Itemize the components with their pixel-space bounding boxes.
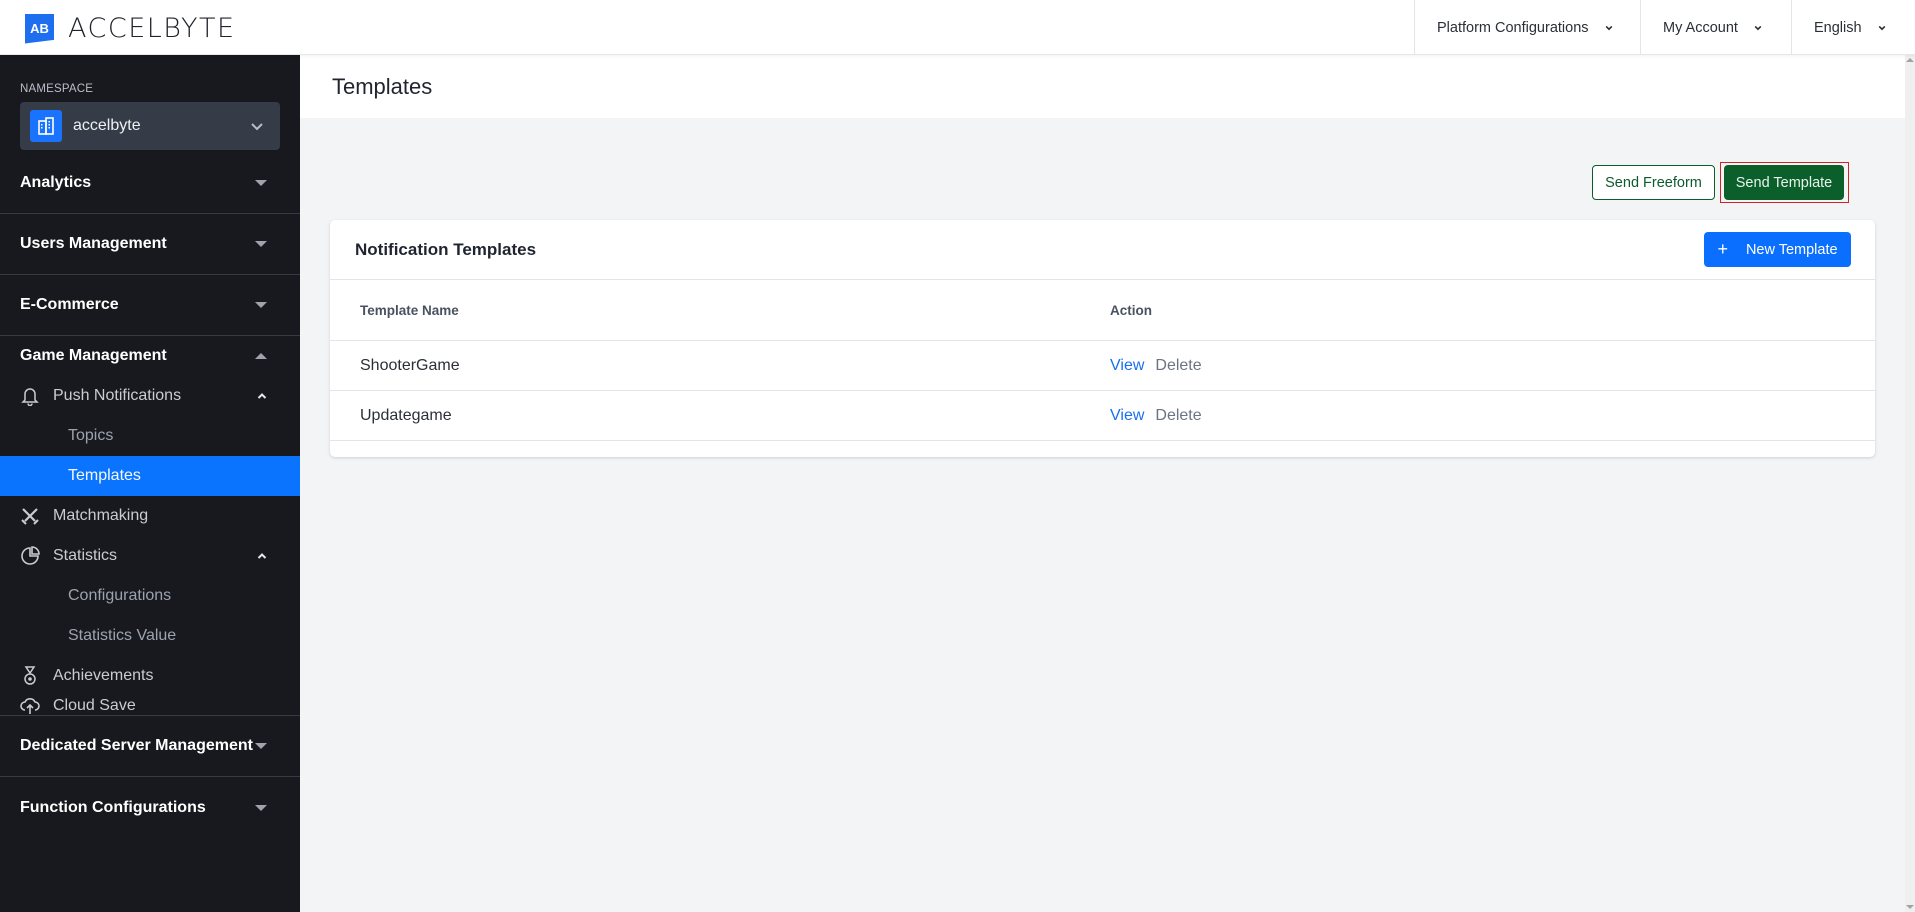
new-template-button[interactable]: + New Template xyxy=(1704,232,1851,267)
row-actions: View Delete xyxy=(1110,357,1202,375)
table-header: Template Name Action xyxy=(330,280,1875,341)
chevron-down-icon xyxy=(1878,25,1885,30)
sidebar-item-label: Matchmaking xyxy=(53,507,149,524)
cloud-upload-icon xyxy=(20,696,40,716)
medal-icon xyxy=(20,666,40,686)
chevron-down-icon xyxy=(1605,25,1612,30)
section-label: Game Management xyxy=(20,347,167,364)
notification-templates-card: Notification Templates + New Template Te… xyxy=(330,220,1875,457)
vertical-scrollbar[interactable] xyxy=(1905,55,1915,912)
sidebar-item-cloud-save[interactable]: Cloud Save xyxy=(0,696,300,716)
language-label: English xyxy=(1814,19,1862,36)
plus-icon: + xyxy=(1717,239,1728,259)
caret-up-icon xyxy=(255,353,267,359)
view-link[interactable]: View xyxy=(1110,357,1144,374)
caret-down-icon xyxy=(255,743,267,749)
scroll-down-arrow-icon[interactable] xyxy=(1906,905,1914,909)
section-label: Users Management xyxy=(20,235,167,252)
sidebar-item-label: Cloud Save xyxy=(53,697,136,714)
sidebar-section-users-management[interactable]: Users Management xyxy=(0,214,300,275)
namespace-label: NAMESPACE xyxy=(20,83,94,95)
sidebar-section-ecommerce[interactable]: E-Commerce xyxy=(0,275,300,336)
chevron-down-icon xyxy=(1754,25,1762,30)
delete-link[interactable]: Delete xyxy=(1155,357,1201,374)
caret-down-icon xyxy=(255,302,267,308)
sidebar-item-label: Statistics xyxy=(53,547,118,564)
language-menu[interactable]: English xyxy=(1791,0,1915,55)
bell-icon xyxy=(20,386,40,406)
logo-mark-icon: AB xyxy=(25,13,54,44)
caret-down-icon xyxy=(255,180,267,186)
page-title: Templates xyxy=(332,74,433,99)
caret-down-icon xyxy=(255,241,267,247)
caret-down-icon xyxy=(255,804,267,811)
section-label: E-Commerce xyxy=(20,296,119,313)
send-template-highlight: Send Template xyxy=(1720,162,1849,203)
building-icon xyxy=(30,110,62,142)
chevron-up-icon xyxy=(257,393,267,399)
sidebar-item-statistics[interactable]: Statistics xyxy=(0,536,300,576)
accelbyte-logo[interactable]: AB ACCELBYTE xyxy=(25,13,236,44)
chevron-down-icon xyxy=(251,123,263,131)
platform-configurations-menu[interactable]: Platform Configurations xyxy=(1414,0,1640,55)
top-nav: Platform Configurations My Account Engli… xyxy=(1414,0,1915,55)
new-template-label: New Template xyxy=(1745,241,1838,258)
send-template-button[interactable]: Send Template xyxy=(1724,165,1844,200)
chevron-up-icon xyxy=(257,553,267,559)
platform-configurations-label: Platform Configurations xyxy=(1437,19,1589,36)
column-header-template-name: Template Name xyxy=(360,302,459,318)
game-management-items: Push Notifications Topics Templates Matc… xyxy=(0,376,300,716)
top-header: AB ACCELBYTE Platform Configurations My … xyxy=(0,0,1915,55)
column-header-action: Action xyxy=(1110,302,1152,318)
sidebar-section-analytics[interactable]: Analytics xyxy=(0,153,300,214)
sidebar-item-statistics-value[interactable]: Statistics Value xyxy=(0,616,300,656)
sidebar-section-dedicated-server-management[interactable]: Dedicated Server Management xyxy=(0,716,300,777)
my-account-menu[interactable]: My Account xyxy=(1640,0,1791,55)
send-freeform-button[interactable]: Send Freeform xyxy=(1592,165,1715,200)
pie-chart-icon xyxy=(20,546,40,566)
section-label: Dedicated Server Management xyxy=(20,737,253,754)
view-link[interactable]: View xyxy=(1110,407,1144,424)
table-row: ShooterGame View Delete xyxy=(330,341,1875,391)
sidebar-item-topics[interactable]: Topics xyxy=(0,416,300,456)
card-title: Notification Templates xyxy=(355,239,537,259)
namespace-select[interactable]: accelbyte xyxy=(20,102,280,150)
crossed-swords-icon xyxy=(20,506,40,526)
section-label: Function Configurations xyxy=(20,798,206,816)
sidebar-section-game-management[interactable]: Game Management xyxy=(0,336,300,376)
table-row: Updategame View Delete xyxy=(330,391,1875,441)
row-actions: View Delete xyxy=(1110,407,1202,425)
delete-link[interactable]: Delete xyxy=(1155,407,1201,424)
sidebar-item-push-notifications[interactable]: Push Notifications xyxy=(0,376,300,416)
sidebar: NAMESPACE accelbyte Analytics Users Mana… xyxy=(0,55,300,912)
card-header: Notification Templates + New Template xyxy=(330,220,1875,280)
sidebar-item-achievements[interactable]: Achievements xyxy=(0,656,300,696)
template-name: ShooterGame xyxy=(360,356,460,374)
sidebar-item-label: Push Notifications xyxy=(53,387,182,404)
scroll-up-arrow-icon[interactable] xyxy=(1906,58,1914,62)
sidebar-item-matchmaking[interactable]: Matchmaking xyxy=(0,496,300,536)
namespace-value: accelbyte xyxy=(73,117,141,134)
template-name: Updategame xyxy=(360,406,452,424)
sidebar-item-templates[interactable]: Templates xyxy=(0,456,300,496)
section-label: Analytics xyxy=(20,174,92,191)
my-account-label: My Account xyxy=(1663,19,1738,36)
sidebar-item-label: Achievements xyxy=(53,667,154,684)
sidebar-section-function-configurations[interactable]: Function Configurations xyxy=(0,777,300,838)
logo-text: ACCELBYTE xyxy=(68,13,236,44)
page-header: Templates xyxy=(300,55,1905,118)
sidebar-item-configurations[interactable]: Configurations xyxy=(0,576,300,616)
